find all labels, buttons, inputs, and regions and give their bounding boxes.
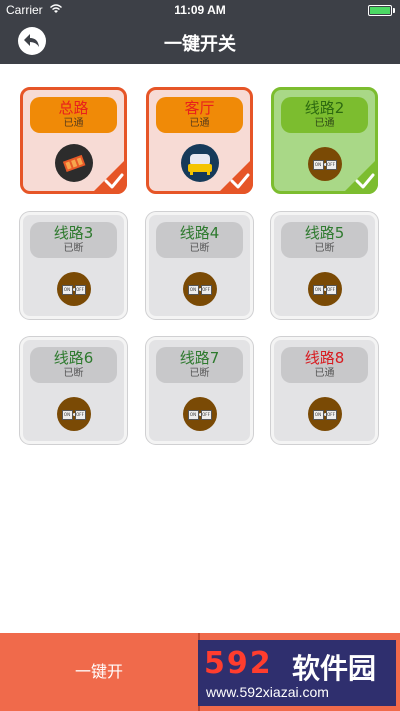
- one-key-on-button[interactable]: 一键开: [0, 633, 198, 711]
- status-bar: Carrier 11:09 AM: [0, 0, 400, 20]
- switch-card[interactable]: 线路3 已断 ON OFF: [20, 212, 127, 319]
- switch-on-label: ON: [61, 285, 73, 295]
- card-state: 已断: [314, 243, 335, 254]
- switch-on-label: ON: [187, 285, 199, 295]
- card-name: 线路4: [179, 224, 220, 242]
- switch-card[interactable]: 客厅 已通: [146, 87, 253, 194]
- card-label: 线路8 已通: [281, 347, 368, 383]
- switch-off-label: OFF: [200, 285, 212, 295]
- card-label: 线路6 已断: [30, 347, 117, 383]
- switch-card[interactable]: 线路5 已断 ON OFF: [271, 212, 378, 319]
- switch-off-label: OFF: [200, 410, 212, 420]
- card-name: 线路5: [304, 224, 345, 242]
- card-label: 线路3 已断: [30, 222, 117, 258]
- card-label: 线路7 已断: [156, 347, 243, 383]
- switch-icon: ON OFF: [307, 147, 342, 181]
- switch-icon: ON OFF: [307, 397, 342, 431]
- switch-off-label: OFF: [74, 285, 86, 295]
- watermark-text: 软件园: [292, 652, 377, 685]
- card-state: 已通: [314, 368, 335, 379]
- card-name: 线路3: [53, 224, 94, 242]
- switch-icon: ON OFF: [56, 397, 91, 431]
- card-name: 客厅: [184, 99, 215, 117]
- check-icon: [342, 158, 378, 194]
- living-room-icon: [180, 144, 219, 182]
- card-label: 客厅 已通: [156, 97, 243, 133]
- switch-on-label: ON: [187, 410, 199, 420]
- card-state: 已通: [314, 118, 335, 129]
- card-label: 线路4 已断: [156, 222, 243, 258]
- card-label: 总路 已通: [30, 97, 117, 133]
- switch-icon: ON OFF: [182, 397, 217, 431]
- status-time: 11:09 AM: [174, 3, 226, 17]
- switch-card[interactable]: 总路 已通: [20, 87, 127, 194]
- switch-on-label: ON: [312, 160, 324, 170]
- watermark-url: www.592xiazai.com: [206, 684, 329, 700]
- switch-card[interactable]: 线路8 已通 ON OFF: [271, 337, 378, 444]
- switch-on-label: ON: [312, 410, 324, 420]
- switch-off-label: OFF: [74, 410, 86, 420]
- switch-on-label: ON: [61, 410, 73, 420]
- card-state: 已通: [189, 118, 210, 129]
- switch-on-label: ON: [312, 285, 324, 295]
- nav-bar: 一键开关: [0, 20, 400, 64]
- switch-off-label: OFF: [325, 285, 337, 295]
- switch-card[interactable]: 线路6 已断 ON OFF: [20, 337, 127, 444]
- page-title: 一键开关: [164, 34, 236, 55]
- check-icon: [217, 158, 253, 194]
- card-state: 已断: [63, 368, 84, 379]
- watermark-number: 592: [204, 646, 273, 681]
- card-name: 线路2: [304, 99, 345, 117]
- card-state: 已断: [189, 368, 210, 379]
- switch-icon: ON OFF: [56, 272, 91, 306]
- switch-off-label: OFF: [325, 160, 337, 170]
- card-name: 总路: [58, 99, 89, 117]
- card-state: 已断: [63, 243, 84, 254]
- watermark-logo: 592 软件园 www.592xiazai.com: [198, 640, 396, 706]
- card-name: 线路6: [53, 349, 94, 367]
- switch-card[interactable]: 线路4 已断 ON OFF: [146, 212, 253, 319]
- card-label: 线路2 已通: [281, 97, 368, 133]
- switch-off-label: OFF: [325, 410, 337, 420]
- check-icon: [91, 158, 127, 194]
- card-state: 已通: [63, 118, 84, 129]
- card-name: 线路7: [179, 349, 220, 367]
- card-state: 已断: [189, 243, 210, 254]
- card-label: 线路5 已断: [281, 222, 368, 258]
- battery-icon: [368, 5, 395, 16]
- master-switch-icon: [54, 144, 93, 182]
- card-name: 线路8: [304, 349, 345, 367]
- switch-icon: ON OFF: [182, 272, 217, 306]
- switch-icon: ON OFF: [307, 272, 342, 306]
- switch-card[interactable]: 线路2 已通 ON OFF: [271, 87, 378, 194]
- switch-card[interactable]: 线路7 已断 ON OFF: [146, 337, 253, 444]
